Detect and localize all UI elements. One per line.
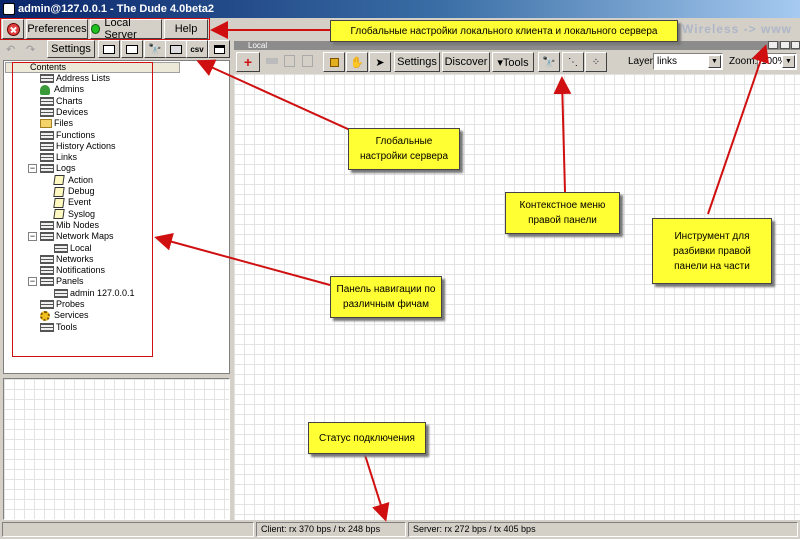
export-icon[interactable] [98, 40, 120, 58]
left-toolbar: ↶ ↷ Settings 🔭 csv [0, 40, 232, 60]
brand-text: ᴅ Wireless -> www [669, 22, 792, 36]
callout-global-server-settings: Глобальные настройки сервера [348, 128, 460, 170]
window-title: admin@127.0.0.1 - The Dude 4.0beta2 [18, 3, 214, 15]
undo-icon[interactable]: ↶ [6, 43, 18, 56]
right-toolbar: + ✋ ➤ Settings Discover ▾Tools 🔭 ⋱ ⁘ Lay… [234, 50, 800, 74]
status-bar: Client: rx 370 bps / tx 248 bps Server: … [0, 520, 800, 539]
split-panel-horizontal-icon[interactable] [780, 41, 790, 49]
client-status: Client: rx 370 bps / tx 248 bps [256, 522, 406, 537]
chevron-down-icon: ▼ [708, 55, 721, 68]
pointer-icon[interactable]: ➤ [369, 52, 391, 72]
remove-icon[interactable] [266, 58, 278, 64]
copy-icon[interactable] [284, 55, 295, 67]
csv-export-button[interactable]: csv [186, 40, 208, 58]
callout-global-client-settings: Глобальные настройки локального клиента … [330, 20, 678, 42]
callout-context-menu: Контекстное меню правой панели [505, 192, 620, 234]
callout-connection-status: Статус подключения [308, 422, 426, 454]
layer-value: links [657, 56, 678, 67]
status-left-cell [2, 522, 254, 537]
find-icon[interactable]: 🔭 [144, 40, 166, 58]
split-panel-icon[interactable] [768, 41, 778, 49]
left-bottom-panel [3, 378, 230, 520]
server-status: Server: rx 272 bps / tx 405 bps [408, 522, 798, 537]
right-panel-header: Local [234, 41, 800, 50]
right-settings-button[interactable]: Settings [394, 52, 440, 72]
arrange-icon[interactable]: ⋱ [562, 52, 584, 72]
discover-button[interactable]: Discover [442, 52, 490, 72]
chevron-down-icon: ▼ [782, 55, 795, 68]
callout-split-tool: Инструмент для разбивки правой панели на… [652, 218, 772, 284]
app-icon [3, 3, 15, 15]
find-binoculars-icon[interactable]: 🔭 [538, 52, 560, 72]
highlight-navigation [12, 62, 153, 357]
import-icon[interactable] [121, 40, 143, 58]
lock-icon[interactable] [323, 52, 345, 72]
left-settings-button[interactable]: Settings [47, 40, 95, 58]
print-icon[interactable] [165, 40, 187, 58]
layer-select[interactable]: links ▼ [653, 53, 723, 70]
layer-label: Layer: [628, 56, 656, 67]
redo-icon[interactable]: ↷ [26, 43, 38, 56]
paste-icon[interactable] [302, 55, 313, 67]
fit-icon[interactable]: ⁘ [585, 52, 607, 72]
callout-navigation-panel: Панель навигации по различным фичам [330, 276, 442, 318]
layout-icon[interactable] [208, 40, 230, 58]
highlight-main-toolbar [0, 18, 210, 40]
tools-menu-button[interactable]: ▾Tools [492, 52, 534, 72]
maximize-panel-icon[interactable] [791, 41, 800, 49]
hand-icon[interactable]: ✋ [346, 52, 368, 72]
zoom-label: Zoom: [729, 56, 758, 67]
right-panel-title: Local [248, 41, 268, 50]
zoom-select[interactable]: 100% ▼ [757, 53, 797, 70]
window-title-bar: admin@127.0.0.1 - The Dude 4.0beta2 [0, 0, 800, 18]
add-button[interactable]: + [236, 52, 260, 72]
